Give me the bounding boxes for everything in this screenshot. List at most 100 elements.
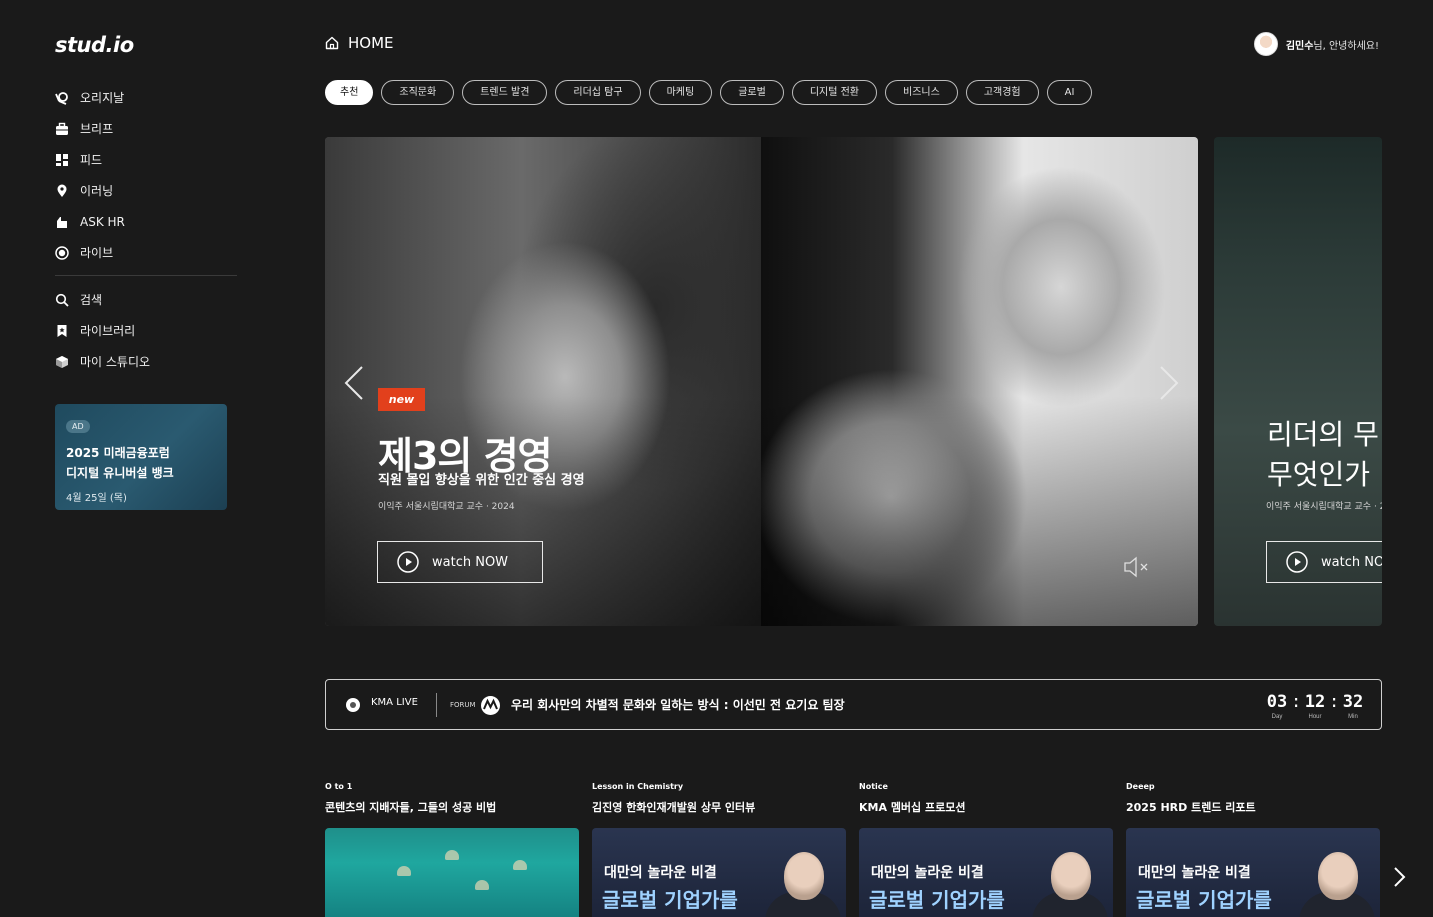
card-thumbnail: 대만의 놀라운 비결 글로벌 기업가를 bbox=[859, 828, 1113, 917]
category-tab-leadership[interactable]: 리더십 탐구 bbox=[555, 80, 641, 105]
home-icon bbox=[325, 36, 339, 50]
timer-hour: 12 Hour bbox=[1301, 692, 1329, 720]
sidebar-nav: 오리지날 브리프 피드 이러닝 ASK HR 라이브 검색 라이브러리 마이 스… bbox=[55, 82, 237, 377]
carousel-prev-button[interactable] bbox=[343, 365, 365, 405]
content-card[interactable]: O to 1 콘텐츠의 지배자들, 그들의 성공 비법 bbox=[325, 782, 579, 917]
speaker-face bbox=[1051, 852, 1091, 900]
sidebar-item-live[interactable]: 라이브 bbox=[55, 237, 237, 268]
sidebar-item-label: ASK HR bbox=[80, 214, 125, 229]
thumb-text: 대만의 놀라운 비결 bbox=[604, 865, 717, 881]
mute-button[interactable] bbox=[1123, 555, 1153, 583]
forum-logo-icon bbox=[481, 696, 500, 715]
watch-label: watch NOW bbox=[432, 554, 509, 570]
timer-hour-label: Hour bbox=[1308, 714, 1322, 720]
sidebar-item-brief[interactable]: 브리프 bbox=[55, 113, 237, 144]
peek-watch-button[interactable]: watch NO bbox=[1266, 541, 1382, 583]
content-card[interactable]: Deeep 2025 HRD 트렌드 리포트 대만의 놀라운 비결 글로벌 기업… bbox=[1126, 782, 1380, 917]
user-greeting[interactable]: 김민수 님, 안녕하세요! bbox=[1253, 32, 1379, 56]
card-category: Lesson in Chemistry bbox=[592, 782, 684, 791]
category-tab-recommend[interactable]: 추천 bbox=[325, 80, 374, 105]
sidebar-item-original[interactable]: 오리지날 bbox=[55, 82, 237, 113]
peek-title-line: 리더의 무 bbox=[1267, 418, 1379, 451]
greeting-text: 님, 안녕하세요! bbox=[1313, 40, 1379, 52]
sidebar-divider bbox=[55, 275, 237, 276]
grid-icon bbox=[55, 153, 69, 167]
avatar[interactable] bbox=[1253, 32, 1278, 56]
sidebar-item-label: 이러닝 bbox=[80, 184, 114, 198]
chevron-right-icon bbox=[1160, 366, 1179, 400]
home-label: HOME bbox=[348, 34, 394, 52]
card-title: 2025 HRD 트렌드 리포트 bbox=[1126, 801, 1256, 814]
user-name: 김민수 bbox=[1285, 40, 1314, 52]
sidebar-item-label: 오리지날 bbox=[80, 91, 125, 105]
sidebar-item-elearning[interactable]: 이러닝 bbox=[55, 175, 237, 206]
ad-title-line: 디지털 유니버설 뱅크 bbox=[66, 466, 174, 480]
hero-slide[interactable]: new 제3의 경영 직원 몰입 향상을 위한 인간 중심 경영 이익주 서울시… bbox=[325, 137, 1198, 626]
category-tab-ai[interactable]: AI bbox=[1046, 80, 1093, 105]
pin-icon bbox=[55, 184, 69, 198]
ad-banner[interactable]: AD 2025 미래금융포럼 디지털 유니버설 뱅크 4월 25일 (목) bbox=[55, 404, 227, 510]
sidebar-item-ask-hr[interactable]: ASK HR bbox=[55, 206, 237, 237]
category-tab-business[interactable]: 비즈니스 bbox=[885, 80, 958, 105]
card-thumbnail bbox=[325, 828, 579, 917]
live-banner[interactable]: KMA LIVE FORUM 우리 회사만의 차별적 문화와 일하는 방식 : … bbox=[325, 679, 1382, 730]
watch-now-button[interactable]: watch NOW bbox=[377, 541, 543, 583]
peek-watch-label: watch NO bbox=[1321, 554, 1382, 570]
timer-min-value: 32 bbox=[1342, 692, 1364, 712]
search-icon bbox=[55, 293, 69, 307]
timer-day-value: 03 bbox=[1266, 692, 1288, 712]
cube-icon bbox=[55, 355, 69, 369]
live-label: KMA LIVE bbox=[371, 697, 418, 708]
timer-min: 32 Min bbox=[1339, 692, 1367, 720]
peek-title: 리더의 무 무엇인가 bbox=[1267, 415, 1379, 495]
category-tab-digital[interactable]: 디지털 전환 bbox=[791, 80, 877, 105]
card-category: O to 1 bbox=[325, 782, 353, 791]
countdown-timer: 03 Day : 12 Hour : 32 Min bbox=[1263, 692, 1367, 720]
hero-meta: 이익주 서울시립대학교 교수 · 2024 bbox=[378, 502, 515, 512]
sidebar-item-search[interactable]: 검색 bbox=[55, 284, 237, 315]
hero-subtitle: 직원 몰입 향상을 위한 인간 중심 경영 bbox=[378, 473, 585, 488]
category-tab-culture[interactable]: 조직문화 bbox=[381, 80, 455, 105]
sidebar-item-label: 마이 스튜디오 bbox=[80, 355, 151, 369]
chevron-left-icon bbox=[344, 366, 363, 400]
sidebar-item-library[interactable]: 라이브러리 bbox=[55, 315, 237, 346]
speaker-face bbox=[784, 852, 824, 900]
jellyfish-shape bbox=[397, 866, 411, 876]
card-thumbnail: 대만의 놀라운 비결 글로벌 기업가를 bbox=[592, 828, 846, 917]
peek-title-line: 무엇인가 bbox=[1267, 458, 1371, 491]
category-tab-trend[interactable]: 트렌드 발견 bbox=[462, 80, 548, 105]
sidebar-item-my-studio[interactable]: 마이 스튜디오 bbox=[55, 346, 237, 377]
thumb-text: 대만의 놀라운 비결 bbox=[1138, 865, 1251, 881]
timer-colon: : bbox=[1291, 692, 1302, 712]
ad-title: 2025 미래금융포럼 디지털 유니버설 뱅크 bbox=[66, 443, 216, 483]
home-link[interactable]: HOME bbox=[325, 34, 394, 52]
category-tab-marketing[interactable]: 마케팅 bbox=[648, 80, 713, 105]
category-tab-global[interactable]: 글로벌 bbox=[720, 80, 784, 105]
card-title: 김진영 한화인재개발원 상무 인터뷰 bbox=[592, 801, 756, 814]
play-icon bbox=[1286, 551, 1308, 573]
card-thumbnail: 대만의 놀라운 비결 글로벌 기업가를 bbox=[1126, 828, 1380, 917]
sidebar-item-feed[interactable]: 피드 bbox=[55, 144, 237, 175]
hand-icon bbox=[55, 215, 69, 229]
content-card[interactable]: Lesson in Chemistry 김진영 한화인재개발원 상무 인터뷰 대… bbox=[592, 782, 846, 917]
category-tabs: 추천 조직문화 트렌드 발견 리더십 탐구 마케팅 글로벌 디지털 전환 비즈니… bbox=[325, 80, 1093, 105]
thumb-text: 글로벌 기업가를 bbox=[602, 888, 738, 912]
bookmark-icon bbox=[55, 324, 69, 338]
timer-colon: : bbox=[1329, 692, 1340, 712]
cards-next-button[interactable] bbox=[1387, 860, 1413, 894]
carousel-next-button[interactable] bbox=[1158, 365, 1180, 405]
jellyfish-shape bbox=[475, 880, 489, 890]
chevron-right-icon bbox=[1394, 867, 1406, 887]
category-tab-cx[interactable]: 고객경험 bbox=[965, 80, 1039, 105]
sidebar-item-label: 검색 bbox=[80, 293, 103, 307]
card-title: 콘텐츠의 지배자들, 그들의 성공 비법 bbox=[325, 801, 497, 814]
content-card[interactable]: Notice KMA 멤버십 프로모션 대만의 놀라운 비결 글로벌 기업가를 bbox=[859, 782, 1113, 917]
studio-logo[interactable]: stud.io bbox=[55, 33, 134, 57]
forum-label: FORUM bbox=[450, 701, 476, 709]
ad-title-line: 2025 미래금융포럼 bbox=[66, 446, 170, 460]
sidebar-item-label: 라이브러리 bbox=[80, 324, 136, 338]
original-icon bbox=[55, 91, 69, 105]
next-slide-preview[interactable]: 리더의 무 무엇인가 이익주 서울시립대학교 교수 · 2 watch NO bbox=[1214, 137, 1382, 626]
card-category: Deeep bbox=[1126, 782, 1155, 791]
jellyfish-shape bbox=[513, 860, 527, 870]
